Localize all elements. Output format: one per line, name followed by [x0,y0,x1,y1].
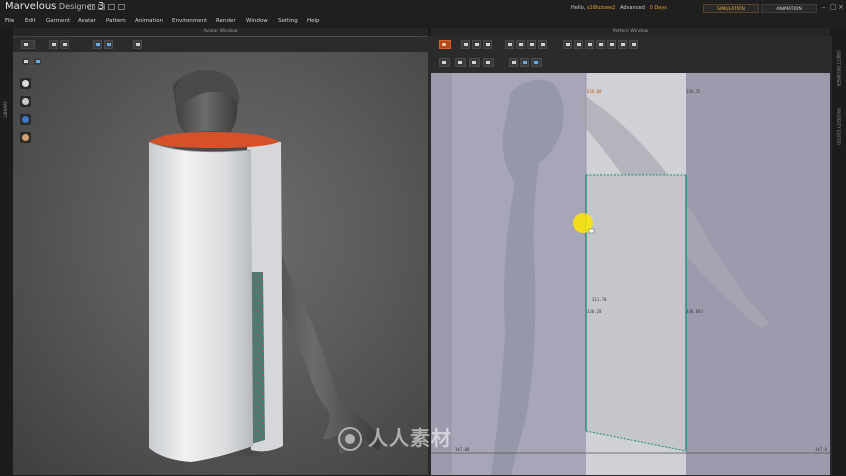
pattern-toolbar-1 [431,37,830,54]
polygon-tool-button[interactable] [505,40,514,49]
grid-tool-button[interactable] [520,58,529,67]
edition: Advanced [620,5,645,11]
texture-tool-button[interactable] [607,40,616,49]
rectangle-tool-button[interactable] [516,40,525,49]
menu-bar: File Edit Garment Avatar Pattern Animati… [0,15,846,28]
library-panel-tab[interactable]: LIBRARY [0,36,13,476]
measure-bottom-left: 347.00 [455,447,470,452]
measure-tool-button[interactable] [483,58,494,67]
title-bar: Marvelous Designer 3 Hello, s2l8ozoee2 A… [0,0,846,15]
close-icon[interactable]: × [838,3,844,11]
cursor-icon [588,228,595,234]
pattern-window-header: Pattern Window [431,28,830,36]
pattern-window[interactable]: 638.00 339.35 311.70 330.28 330.893 347.… [431,73,830,475]
avatar-window-title: Avatar Window [203,29,238,34]
fold-tool-button[interactable] [104,40,113,49]
internal-line-button[interactable] [538,40,547,49]
redo-icon[interactable] [118,4,125,10]
simulate-button[interactable] [439,40,451,49]
transform-tool-button[interactable] [461,40,470,49]
segment-length-button[interactable] [469,58,480,67]
new-file-icon[interactable] [88,4,95,10]
menu-edit[interactable]: Edit [25,18,36,24]
garment-inner-edge [149,132,279,148]
measure-mid-1: 311.70 [592,297,607,302]
measure-mid-2: 330.28 [587,309,602,314]
minimize-icon[interactable]: – [822,3,826,11]
pattern-canvas[interactable] [431,73,830,475]
open-file-icon[interactable] [98,4,105,10]
simulation-mode-button[interactable]: SIMULATION [703,4,759,13]
move-tool-button[interactable] [60,40,69,49]
edit-curve-button[interactable] [483,40,492,49]
segment-tool-button[interactable] [455,58,466,67]
select-tool-button[interactable] [49,40,58,49]
circle-tool-button[interactable] [527,40,536,49]
measure-top-right: 339.35 [686,89,701,94]
avatar-window[interactable] [13,36,428,475]
shirt-icon[interactable] [20,78,31,89]
avatar-viewport[interactable] [13,36,428,475]
maximize-icon[interactable]: □ [830,3,837,11]
pattern-toolbar-2 [431,55,830,72]
menu-help[interactable]: Help [307,18,320,24]
garment-front-panel[interactable] [149,142,253,462]
avatar-icon[interactable] [20,96,31,107]
watermark-text: 人人素材 [368,426,452,450]
select-pattern-button[interactable] [439,58,450,67]
layer-tool-button[interactable] [531,58,542,67]
quick-access-toolbar [88,4,125,10]
animation-mode-button[interactable]: ANIMATION [761,4,817,13]
pin-tool-button[interactable] [509,58,518,67]
watermark-logo [338,427,362,451]
library-label: LIBRARY [3,101,8,118]
points-tool-button[interactable] [33,57,42,66]
edit-pattern-button[interactable] [472,40,481,49]
menu-animation[interactable]: Animation [135,18,163,24]
username[interactable]: s2l8ozoee2 [587,5,615,11]
free-seam-button[interactable] [574,40,583,49]
avatar-toolbar [13,37,428,66]
menu-pattern[interactable]: Pattern [106,18,126,24]
menu-window[interactable]: Window [246,18,268,24]
menu-setting[interactable]: Setting [278,18,298,24]
seam-tool-button[interactable] [563,40,572,49]
property-editor-tab[interactable]: PROPERTY EDITOR [836,108,841,145]
menu-file[interactable]: File [5,18,14,24]
menu-render[interactable]: Render [216,18,236,24]
pattern-window-title: Pattern Window [612,29,649,34]
magnet-icon[interactable] [20,114,31,125]
avatar-dropdown-button[interactable] [21,40,35,49]
menu-environment[interactable]: Environment [172,18,207,24]
arrange-tool-button[interactable] [21,57,30,66]
measure-bottom-right: 347.0 [815,447,828,452]
check-seam-button[interactable] [585,40,594,49]
menu-avatar[interactable]: Avatar [78,18,96,24]
object-browser-tab[interactable]: OBJECT BROWSER [836,50,841,87]
graphic-tool-button[interactable] [618,40,627,49]
head-icon[interactable] [20,132,31,143]
undo-icon[interactable] [108,4,115,10]
license-days: 0 Days [649,5,667,11]
view-tool-button[interactable] [133,40,142,49]
avatar-window-header: Avatar Window [13,28,428,36]
menu-garment[interactable]: Garment [46,18,70,24]
measure-right-edge: 330.893 [686,309,703,314]
tack-tool-button[interactable] [93,40,102,49]
pattern-settings-button[interactable] [629,40,638,49]
fold-seam-button[interactable] [596,40,605,49]
account-info: Hello, s2l8ozoee2 Advanced 0 Days [571,5,667,11]
measure-top-left: 638.00 [587,89,602,94]
right-side-panel-tabs: OBJECT BROWSER PROPERTY EDITOR [832,36,846,476]
